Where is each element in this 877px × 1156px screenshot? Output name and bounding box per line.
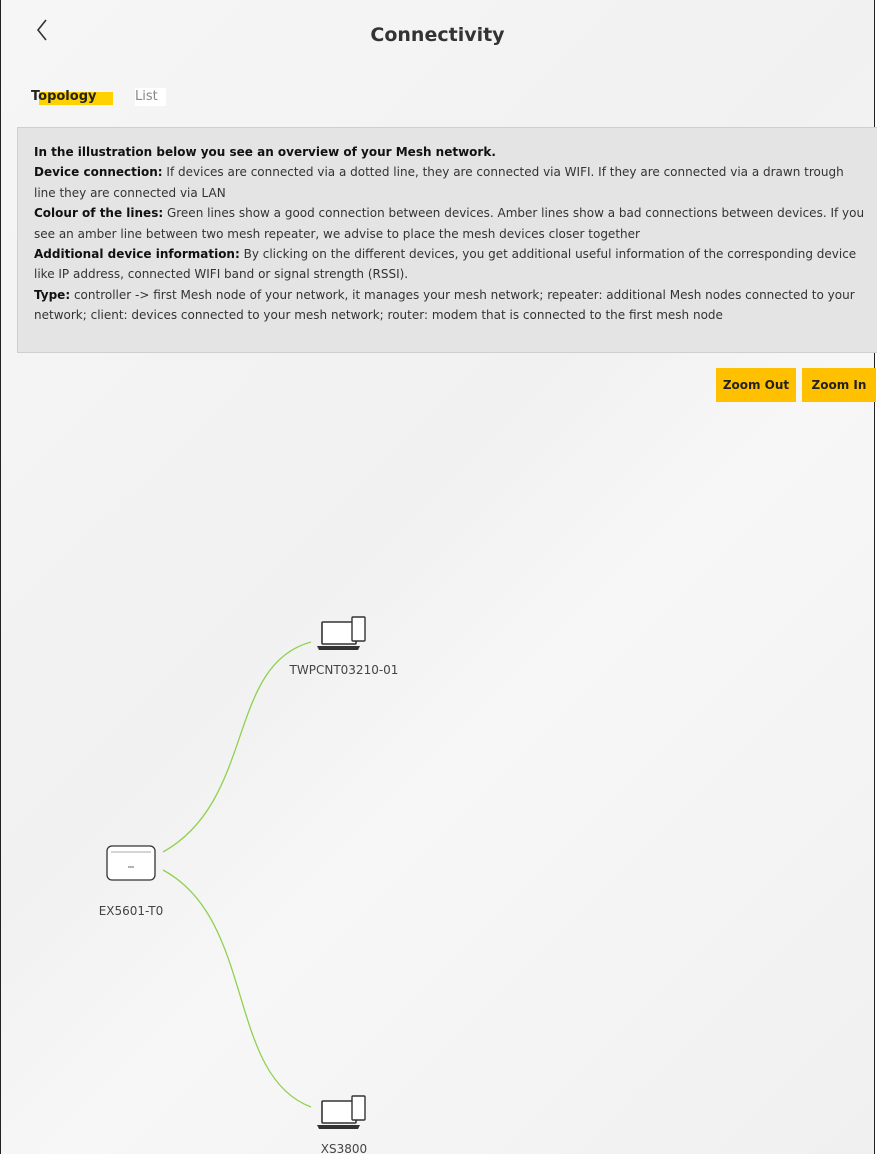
colour-label: Colour of the lines: [34, 206, 164, 221]
device-connection-label: Device connection: [34, 165, 163, 180]
node-label-controller[interactable]: EX5601-T0 [51, 904, 211, 918]
mesh-info-panel: In the illustration below you see an ove… [17, 127, 877, 353]
tab-list[interactable]: List [135, 88, 166, 106]
additional-info-label: Additional device information: [34, 247, 240, 262]
type-label: Type: [34, 287, 71, 302]
node-label-twpcnt[interactable]: TWPCNT03210-01 [264, 663, 424, 677]
zoom-in-button[interactable]: Zoom In [802, 368, 876, 402]
tab-list-label: List [135, 89, 158, 104]
laptop-phone-icon[interactable] [317, 616, 366, 650]
type-text: controller -> first Mesh node of your ne… [34, 287, 855, 323]
app-frame: Connectivity Topology List In the illust… [0, 0, 877, 1156]
info-intro: In the illustration below you see an ove… [34, 145, 496, 159]
router-icon[interactable] [106, 845, 156, 881]
zoom-out-button[interactable]: Zoom Out [716, 368, 796, 402]
tab-topology[interactable]: Topology [31, 88, 113, 106]
tab-topology-label: Topology [31, 89, 97, 104]
page-title: Connectivity [370, 24, 505, 46]
laptop-phone-icon[interactable] [317, 1095, 366, 1129]
